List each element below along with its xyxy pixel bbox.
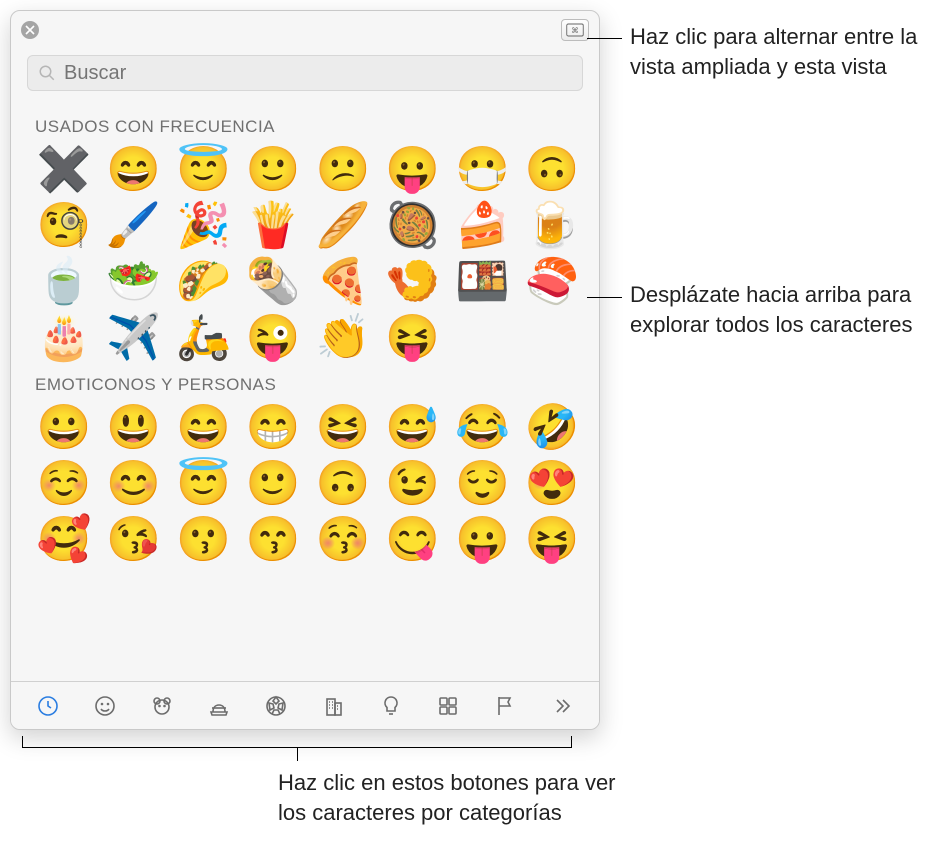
emoji-cell[interactable]: 😁 [242, 405, 304, 449]
close-button[interactable] [21, 21, 39, 39]
lightbulb-icon [379, 694, 403, 718]
category-more[interactable] [542, 688, 582, 724]
emoji-cell[interactable]: 🙂 [242, 461, 304, 505]
emoji-cell[interactable]: 🥖 [312, 203, 374, 247]
category-objects[interactable] [371, 688, 411, 724]
emoji-cell[interactable]: 🍵 [33, 259, 95, 303]
emoji-cell[interactable]: 🥘 [382, 203, 444, 247]
emoji-cell[interactable]: 🧐 [33, 203, 95, 247]
emoji-cell[interactable]: 🙃 [521, 147, 583, 191]
emoji-cell[interactable]: 😆 [312, 405, 374, 449]
emoji-cell[interactable]: 😇 [173, 461, 235, 505]
emoji-cell[interactable]: 👏 [312, 315, 374, 359]
character-viewer-icon: ⌘ [566, 23, 584, 37]
emoji-cell[interactable]: 🍤 [382, 259, 444, 303]
symbols-icon [436, 694, 460, 718]
callout-line [587, 297, 622, 298]
emoji-cell[interactable]: 😇 [173, 147, 235, 191]
emoji-cell[interactable]: 😀 [33, 405, 95, 449]
emoji-cell[interactable]: 😄 [173, 405, 235, 449]
emoji-cell[interactable]: 😛 [452, 517, 514, 561]
category-bar [11, 681, 599, 729]
emoji-cell[interactable]: 😃 [103, 405, 165, 449]
emoji-cell[interactable]: 😝 [382, 315, 444, 359]
emoji-cell[interactable]: 🌮 [173, 259, 235, 303]
emoji-cell[interactable]: 🤣 [521, 405, 583, 449]
emoji-cell[interactable]: 😛 [382, 147, 444, 191]
emoji-cell[interactable]: 😕 [312, 147, 374, 191]
svg-text:⌘: ⌘ [571, 26, 579, 35]
emoji-cell[interactable]: 🖌️ [103, 203, 165, 247]
section-header-frequent: USADOS CON FRECUENCIA [35, 117, 587, 137]
category-recent[interactable] [28, 688, 68, 724]
emoji-cell[interactable]: 😌 [452, 461, 514, 505]
soccer-icon [264, 694, 288, 718]
search-icon [38, 64, 56, 82]
character-viewer-panel: ⌘ USADOS CON FRECUENCIA ✖️😄😇🙂😕😛😷🙃🧐🖌️🎉🍟🥖🥘… [10, 10, 600, 730]
emoji-cell[interactable]: 😍 [521, 461, 583, 505]
callout-line [587, 38, 622, 39]
emoji-cell[interactable]: ✈️ [103, 315, 165, 359]
toggle-view-button[interactable]: ⌘ [561, 19, 589, 41]
callout-bracket [22, 736, 572, 748]
emoji-cell[interactable]: 🥰 [33, 517, 95, 561]
callout-category-hint: Haz clic en estos botones para ver los c… [278, 768, 618, 827]
section-header-smileys: EMOTICONOS Y PERSONAS [35, 375, 587, 395]
titlebar: ⌘ [11, 11, 599, 49]
grid-frequently-used: ✖️😄😇🙂😕😛😷🙃 🧐🖌️🎉🍟🥖🥘🍰🍺 🍵🥗🌮🌯🍕🍤🍱🍣 🎂✈️🛵😜👏😝 [29, 145, 587, 361]
grid-smileys-people: 😀😃😄😁😆😅😂🤣 ☺️😊😇🙂🙃😉😌😍 🥰😘😗😙😚😋😛😝 [29, 403, 587, 563]
search-field[interactable] [27, 55, 583, 91]
emoji-cell[interactable]: 🎂 [33, 315, 95, 359]
emoji-cell[interactable]: 😄 [103, 147, 165, 191]
emoji-cell[interactable]: 😝 [521, 517, 583, 561]
emoji-cell[interactable]: 🛵 [173, 315, 235, 359]
emoji-cell[interactable]: 😘 [103, 517, 165, 561]
category-smileys[interactable] [85, 688, 125, 724]
callout-scroll-hint: Desplázate hacia arriba para explorar to… [630, 280, 942, 339]
emoji-cell[interactable]: 😷 [452, 147, 514, 191]
emoji-cell[interactable]: 🍺 [521, 203, 583, 247]
emoji-cell[interactable]: 🍱 [452, 259, 514, 303]
emoji-cell[interactable]: 🍣 [521, 259, 583, 303]
emoji-cell[interactable]: 🎉 [173, 203, 235, 247]
emoji-cell[interactable]: 😙 [242, 517, 304, 561]
category-animals[interactable] [142, 688, 182, 724]
emoji-cell[interactable]: 🍕 [312, 259, 374, 303]
chevron-double-right-icon [550, 694, 574, 718]
emoji-cell[interactable]: 🍟 [242, 203, 304, 247]
emoji-cell[interactable]: 😂 [452, 405, 514, 449]
building-icon [322, 694, 346, 718]
category-flags[interactable] [485, 688, 525, 724]
clock-icon [36, 694, 60, 718]
callout-toggle-view: Haz clic para alternar entre la vista am… [630, 22, 940, 81]
emoji-cell[interactable]: 🍰 [452, 203, 514, 247]
emoji-cell[interactable]: 🌯 [242, 259, 304, 303]
emoji-cell[interactable]: ☺️ [33, 461, 95, 505]
emoji-cell[interactable]: 😉 [382, 461, 444, 505]
emoji-cell[interactable]: 🙂 [242, 147, 304, 191]
emoji-cell[interactable]: 🙃 [312, 461, 374, 505]
close-icon [25, 25, 35, 35]
flag-icon [493, 694, 517, 718]
emoji-cell[interactable]: 😊 [103, 461, 165, 505]
emoji-cell[interactable]: 🥗 [103, 259, 165, 303]
smiley-icon [93, 694, 117, 718]
bear-icon [150, 694, 174, 718]
emoji-cell[interactable]: ✖️ [33, 147, 95, 191]
emoji-cell[interactable]: 😋 [382, 517, 444, 561]
food-icon [207, 694, 231, 718]
emoji-cell[interactable]: 😗 [173, 517, 235, 561]
emoji-cell[interactable]: 😅 [382, 405, 444, 449]
category-travel[interactable] [314, 688, 354, 724]
emoji-cell[interactable]: 😚 [312, 517, 374, 561]
category-symbols[interactable] [428, 688, 468, 724]
emoji-scroll-area[interactable]: USADOS CON FRECUENCIA ✖️😄😇🙂😕😛😷🙃🧐🖌️🎉🍟🥖🥘🍰🍺… [11, 99, 599, 681]
search-input[interactable] [64, 62, 572, 85]
category-food[interactable] [199, 688, 239, 724]
emoji-cell[interactable]: 😜 [242, 315, 304, 359]
category-activity[interactable] [256, 688, 296, 724]
